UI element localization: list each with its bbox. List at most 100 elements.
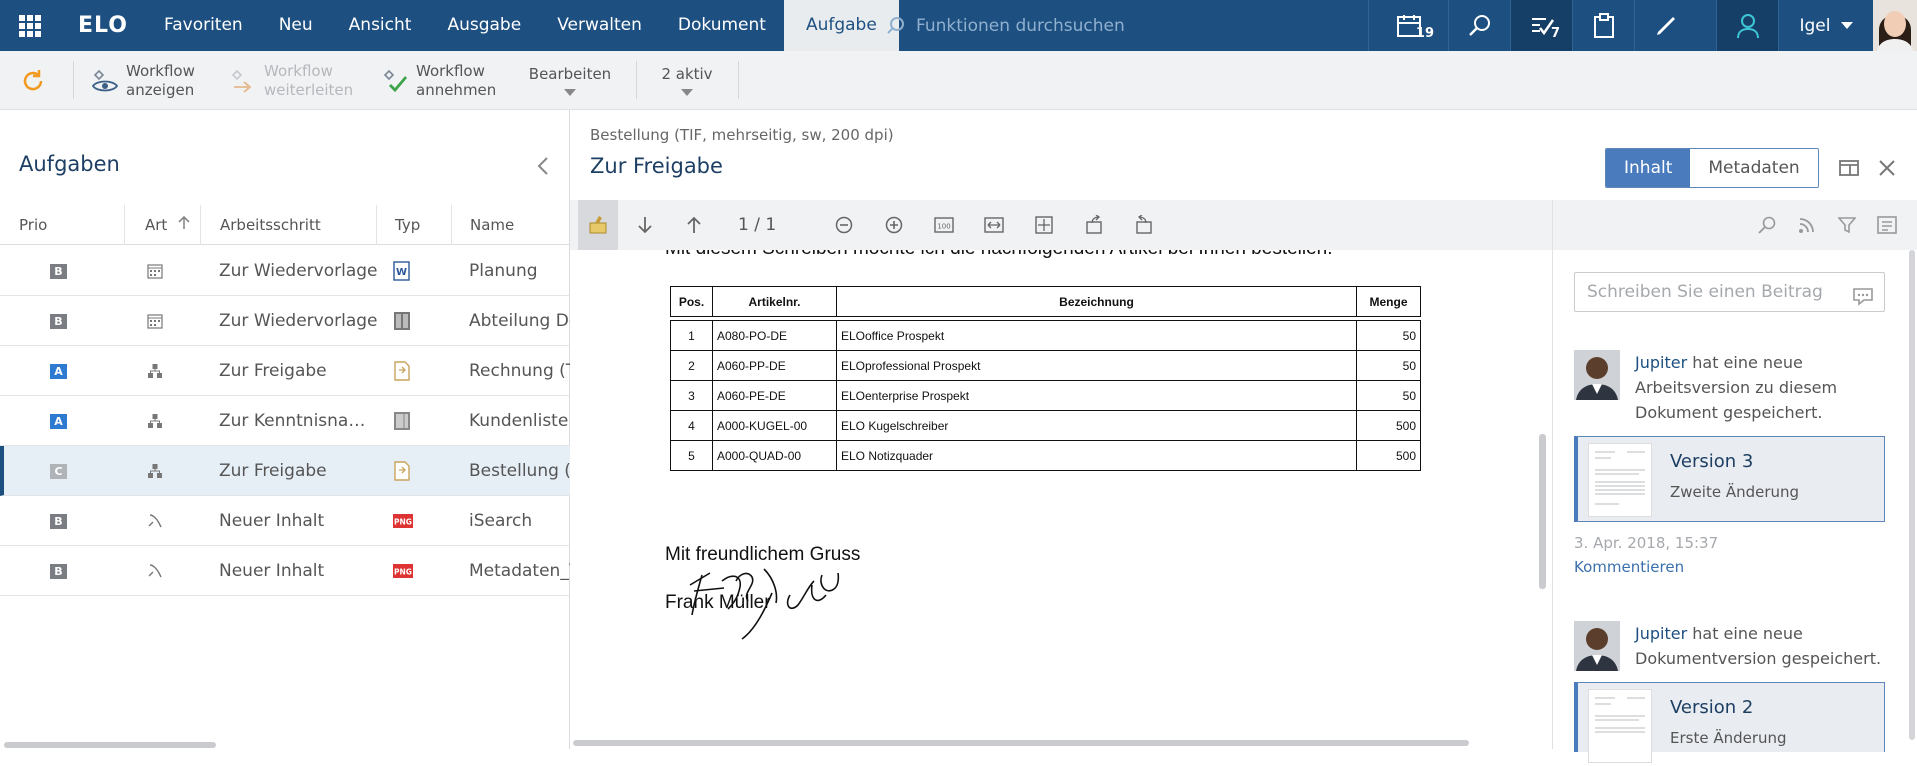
menu-favoriten[interactable]: Favoriten [146, 0, 261, 51]
svg-text:PNG: PNG [394, 568, 412, 577]
task-row[interactable]: B Neuer Inhalt PNG Metadaten_V [0, 546, 570, 596]
task-type-icon [147, 396, 163, 446]
prio-badge: A [50, 346, 67, 396]
prev-page-up-icon[interactable] [674, 200, 714, 250]
close-icon[interactable] [1868, 148, 1906, 188]
next-page-down-icon[interactable] [625, 200, 665, 250]
order-article: A060-PE-DE [712, 380, 837, 411]
view-switch: Inhalt Metadaten [1605, 148, 1819, 188]
order-row: 3 A060-PE-DE ELOenterprise Prospekt 50 [670, 380, 1421, 411]
active-dropdown-label: 2 aktiv [661, 65, 713, 83]
task-type-icon [147, 296, 163, 346]
menu-verwalten[interactable]: Verwalten [539, 0, 660, 51]
file-folder-icon [393, 296, 411, 346]
feed-user[interactable]: Jupiter [1635, 353, 1687, 372]
rotate-left-icon[interactable] [1074, 200, 1114, 250]
task-name: Metadaten_V [469, 561, 570, 581]
menu-aufgabe[interactable]: Aufgabe [783, 0, 899, 51]
task-row[interactable]: A Zur Freigabe Rechnung (TI [0, 346, 570, 396]
preview-vertical-scrollbar[interactable] [1539, 434, 1546, 589]
version-card[interactable]: Version 3 Zweite Änderung [1574, 436, 1885, 522]
col-art-label: Art [145, 216, 168, 234]
list-view-icon[interactable] [1867, 200, 1907, 250]
workflow-accept-button[interactable]: Workflow annehmen [382, 51, 506, 110]
workflow-show-button[interactable]: Workflow anzeigen [92, 51, 216, 110]
user-profile-button[interactable] [1716, 0, 1778, 51]
task-type-icon [147, 446, 163, 496]
order-article: A000-QUAD-00 [712, 440, 837, 471]
horizontal-scrollbar[interactable] [4, 742, 216, 748]
workflow-forward-button[interactable]: Workflow weiterleiten [230, 51, 364, 110]
task-row[interactable]: B Zur Wiedervorlage W Planung [0, 246, 570, 296]
comment-link[interactable]: Kommentieren [1574, 558, 1684, 576]
task-name: Kundenliste [469, 411, 569, 431]
edit-dropdown[interactable]: Bearbeiten [520, 51, 620, 110]
page-counter: 1 / 1 [738, 215, 777, 235]
col-prio[interactable]: Prio [0, 205, 124, 245]
order-pos: 5 [670, 440, 713, 471]
version-card[interactable]: Version 2 Erste Änderung [1574, 682, 1885, 763]
col-name[interactable]: Name [451, 205, 570, 245]
filter-icon[interactable] [1827, 200, 1867, 250]
feed-search-icon[interactable] [1747, 200, 1787, 250]
calendar-button[interactable]: 19 [1368, 0, 1448, 51]
tasks-pane: Aufgaben Prio Art Arbeitsschritt Typ Nam… [0, 110, 574, 749]
menu-dokument[interactable]: Dokument [660, 0, 784, 51]
task-row[interactable]: B Neuer Inhalt PNG iSearch [0, 496, 570, 546]
col-type[interactable]: Typ [376, 205, 451, 245]
col-art[interactable]: Art [124, 205, 200, 245]
tab-content[interactable]: Inhalt [1606, 149, 1691, 187]
order-quantity: 500 [1356, 410, 1421, 441]
menu-neu[interactable]: Neu [261, 0, 331, 51]
comment-input[interactable]: Schreiben Sie einen Beitrag [1574, 272, 1885, 312]
main-menu: Favoriten Neu Ansicht Ausgabe Verwalten … [146, 0, 899, 51]
refresh-button[interactable] [20, 51, 46, 110]
tab-metadata[interactable]: Metadaten [1690, 149, 1818, 187]
rss-icon[interactable] [1787, 200, 1827, 250]
task-row[interactable]: B Zur Wiedervorlage Abteilung Do [0, 296, 570, 346]
app-grid-icon[interactable] [0, 0, 60, 51]
file-word-icon: W [393, 246, 411, 296]
window-toggle-icon[interactable] [1830, 148, 1868, 188]
fit-width-icon[interactable] [974, 200, 1014, 250]
menu-ansicht[interactable]: Ansicht [331, 0, 430, 51]
svg-text:W: W [396, 267, 407, 278]
col-step[interactable]: Arbeitsschritt [200, 205, 376, 245]
tasks-title: Aufgaben [19, 152, 120, 176]
edit-button[interactable] [1634, 0, 1696, 51]
active-dropdown[interactable]: 2 aktiv [652, 51, 722, 110]
speech-bubble-icon[interactable] [1852, 282, 1874, 320]
feed-scrollbar[interactable] [1909, 250, 1915, 740]
annotation-note-icon[interactable] [578, 200, 618, 250]
menu-ausgabe[interactable]: Ausgabe [429, 0, 539, 51]
user-menu[interactable]: Igel [1778, 0, 1873, 51]
clipboard-button[interactable] [1572, 0, 1634, 51]
order-article: A080-PO-DE [712, 320, 837, 351]
task-row[interactable]: A Zur Kenntnisna… Kundenliste [0, 396, 570, 446]
search-button[interactable] [1448, 0, 1510, 51]
user-avatar[interactable] [1873, 0, 1917, 51]
collapse-left-icon[interactable] [536, 156, 550, 180]
version-title: Version 2 [1670, 697, 1754, 718]
task-type-icon [147, 246, 163, 296]
elo-logo: ELO [78, 13, 128, 38]
order-row: 4 A000-KUGEL-00 ELO Kugelschreiber 500 [670, 410, 1421, 441]
chevron-down-icon [1840, 22, 1853, 29]
task-step: Zur Wiedervorlage [219, 311, 378, 331]
order-description: ELOprofessional Prospekt [836, 350, 1357, 381]
fit-page-icon[interactable] [1024, 200, 1064, 250]
toolbar-divider [738, 61, 739, 99]
rotate-right-icon[interactable] [1124, 200, 1164, 250]
task-row[interactable]: C Zur Freigabe Bestellung (T [0, 446, 574, 496]
zoom-out-icon[interactable] [824, 200, 864, 250]
task-step: Neuer Inhalt [219, 561, 325, 581]
ribbon-toolbar: Workflow anzeigen Workflow weiterleiten … [0, 51, 1917, 110]
preview-horizontal-scrollbar[interactable] [573, 740, 1469, 746]
function-search[interactable]: Funktionen durchsuchen [886, 0, 1362, 51]
order-quantity: 500 [1356, 440, 1421, 471]
zoom-in-icon[interactable] [874, 200, 914, 250]
tasks-button[interactable]: 7 [1510, 0, 1572, 51]
feed-user[interactable]: Jupiter [1635, 624, 1687, 643]
svg-text:PNG: PNG [394, 518, 412, 527]
actual-size-icon[interactable]: 100 [924, 200, 964, 250]
